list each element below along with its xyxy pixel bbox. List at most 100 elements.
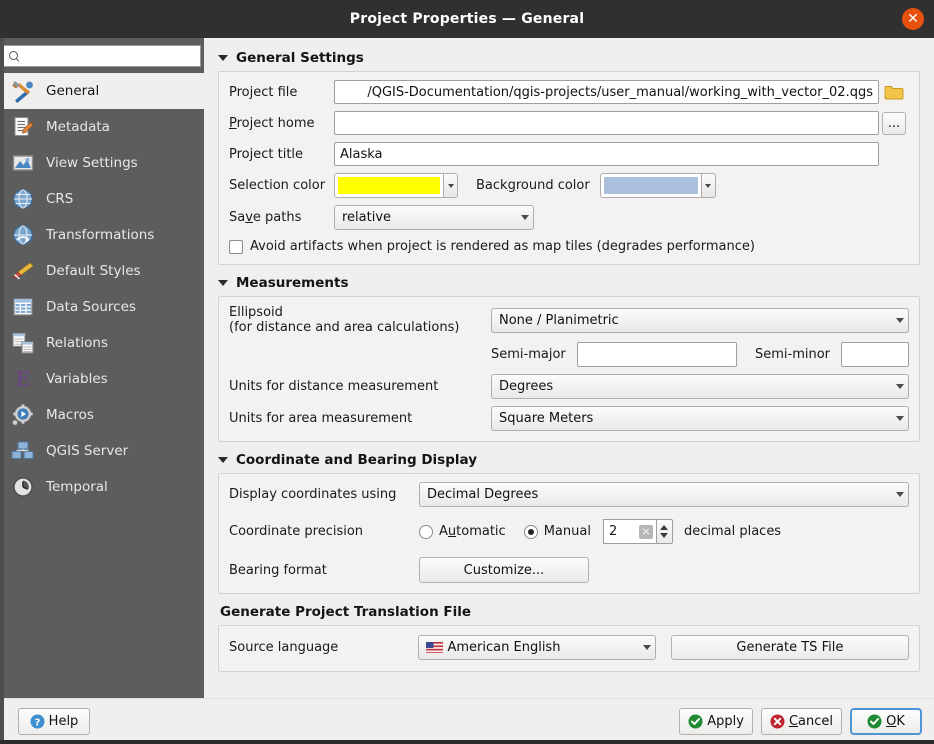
table-icon (10, 294, 36, 320)
general-settings-header[interactable]: General Settings (218, 50, 920, 66)
translation-header: Generate Project Translation File (218, 604, 920, 620)
sidebar-item-relations[interactable]: Relations (0, 325, 204, 361)
sidebar-item-label: Metadata (46, 119, 110, 135)
ok-button[interactable]: OK (850, 708, 922, 735)
sidebar-item-temporal[interactable]: Temporal (0, 469, 204, 505)
project-home-input[interactable] (334, 111, 879, 135)
cancel-icon (770, 714, 785, 729)
project-file-row: Project file /QGIS-Documentation/qgis-pr… (229, 80, 909, 104)
sidebar-item-qgis-server[interactable]: QGIS Server (0, 433, 204, 469)
document-edit-icon (10, 114, 36, 140)
selection-color-label: Selection color (229, 178, 326, 193)
close-icon[interactable]: ✕ (902, 8, 924, 30)
ellipsoid-label-line1: Ellipsoid (229, 305, 283, 320)
display-coordinates-value: Decimal Degrees (427, 487, 539, 502)
cancel-button[interactable]: Cancel (760, 708, 842, 735)
window-title: Project Properties — General (349, 11, 585, 27)
measurements-title: Measurements (236, 275, 349, 291)
ellipsoid-combo[interactable]: None / Planimetric (491, 307, 909, 333)
bearing-customize-button[interactable]: Customize... (419, 557, 589, 583)
sidebar-item-data-sources[interactable]: Data Sources (0, 289, 204, 325)
search-input[interactable] (24, 48, 196, 64)
project-title-input[interactable]: Alaska (334, 142, 879, 166)
project-home-label: Project home (229, 116, 334, 131)
generate-ts-file-button[interactable]: Generate TS File (670, 635, 909, 660)
gear-play-icon (10, 402, 36, 428)
sidebar-item-label: Transformations (46, 227, 155, 243)
help-button[interactable]: ? Help (18, 708, 90, 735)
save-paths-label: Save paths (229, 210, 302, 225)
spin-down-icon[interactable] (660, 533, 669, 538)
window-frame-bottom (0, 740, 934, 744)
project-file-input[interactable]: /QGIS-Documentation/qgis-projects/user_m… (334, 80, 879, 104)
distance-units-combo[interactable]: Degrees (491, 374, 909, 399)
source-language-combo[interactable]: American English (417, 635, 656, 660)
search-box[interactable] (3, 45, 201, 67)
sidebar-item-view-settings[interactable]: View Settings (0, 145, 204, 181)
sidebar-item-general[interactable]: General (0, 73, 204, 109)
sidebar-item-metadata[interactable]: Metadata (0, 109, 204, 145)
semi-minor-input[interactable] (841, 342, 909, 367)
project-home-browse-button[interactable]: ... (882, 111, 906, 135)
coordinate-display-header[interactable]: Coordinate and Bearing Display (218, 452, 920, 468)
source-language-value: American English (447, 640, 561, 655)
clear-icon[interactable] (638, 524, 653, 539)
folder-icon[interactable] (879, 84, 909, 101)
precision-manual-label: Manual (543, 524, 591, 539)
precision-spin-field[interactable]: 2 (602, 519, 656, 544)
selection-color-swatch[interactable] (334, 173, 444, 198)
cancel-mnemonic: C (788, 714, 799, 729)
selection-color-picker[interactable] (334, 173, 458, 198)
ellipsoid-value: None / Planimetric (499, 312, 619, 328)
relations-icon (10, 330, 36, 356)
sidebar-item-label: General (46, 83, 100, 99)
project-file-value: /QGIS-Documentation/qgis-projects/user_m… (367, 84, 873, 100)
avoid-artifacts-checkbox[interactable] (229, 239, 243, 254)
chevron-down-icon (521, 215, 529, 220)
check-icon (688, 714, 703, 729)
dialog-body: General Metadata View Settings CRS Trans… (0, 38, 934, 698)
sidebar-item-default-styles[interactable]: Default Styles (0, 253, 204, 289)
precision-automatic-radio[interactable] (419, 524, 433, 539)
background-color-picker[interactable] (599, 173, 716, 198)
area-units-value: Square Meters (499, 411, 594, 426)
precision-spinbox[interactable]: 2 (602, 519, 673, 544)
ok-label: OK (886, 714, 905, 729)
chevron-down-icon (642, 645, 651, 650)
sidebar-item-variables[interactable]: Ε Variables (0, 361, 204, 397)
sidebar-item-transformations[interactable]: Transformations (0, 217, 204, 253)
apply-button[interactable]: Apply (679, 708, 753, 735)
avoid-artifacts-row[interactable]: Avoid artifacts when project is rendered… (229, 239, 909, 254)
precision-manual-radio[interactable] (523, 524, 538, 539)
dialog-footer: ? Help Apply Cancel OK (0, 698, 934, 744)
ellipsoid-label: Ellipsoid (for distance and area calcula… (229, 305, 491, 335)
background-color-dropdown[interactable] (701, 173, 716, 198)
distance-units-label: Units for distance measurement (229, 379, 439, 394)
display-coordinates-label: Display coordinates using (229, 487, 397, 502)
sidebar-item-macros[interactable]: Macros (0, 397, 204, 433)
sidebar-item-label: Relations (46, 335, 108, 351)
save-paths-combo[interactable]: relative (334, 205, 534, 230)
chevron-down-icon (896, 384, 904, 389)
project-home-label-rest: roject home (236, 115, 315, 131)
spin-arrows[interactable] (655, 519, 673, 544)
spin-up-icon[interactable] (660, 525, 669, 530)
colors-row: Selection color Background color (229, 173, 909, 198)
sidebar-search-wrap (0, 45, 204, 73)
project-home-mnemonic: P (229, 115, 237, 131)
selection-color-dropdown[interactable] (444, 173, 458, 198)
measurements-header[interactable]: Measurements (218, 275, 920, 291)
display-coordinates-combo[interactable]: Decimal Degrees (419, 482, 909, 507)
semi-major-input[interactable] (577, 342, 737, 367)
help-icon: ? (30, 714, 45, 729)
svg-text:Ε: Ε (16, 367, 31, 391)
clock-icon (10, 474, 36, 500)
area-units-combo[interactable]: Square Meters (491, 406, 909, 431)
save-paths-value: relative (342, 210, 392, 225)
save-paths-mnemonic: v (245, 210, 253, 225)
semi-minor-label: Semi-minor (755, 347, 831, 362)
background-color-swatch[interactable] (599, 173, 702, 198)
sidebar-item-crs[interactable]: CRS (0, 181, 204, 217)
project-properties-dialog: Project Properties — General ✕ General M… (0, 0, 934, 744)
project-title-value: Alaska (340, 146, 383, 162)
